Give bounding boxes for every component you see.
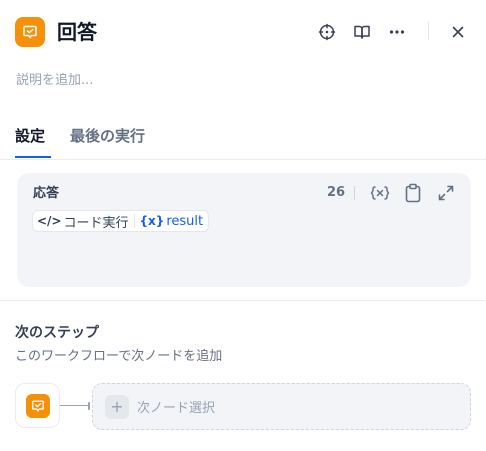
chip-divider <box>133 214 135 228</box>
active-tab-indicator <box>15 156 51 158</box>
current-node-block <box>15 383 60 428</box>
clipboard-icon[interactable] <box>402 182 424 204</box>
response-editor[interactable]: 応答 26 </> コード実行 {x} result <box>17 173 471 287</box>
header-divider <box>428 22 429 40</box>
next-step-description: このワークフローで次ノードを追加 <box>15 349 223 364</box>
panel-title: 回答 <box>57 20 97 44</box>
plus-icon: + <box>105 394 129 419</box>
response-label: 応答 <box>33 186 60 201</box>
answer-node-icon <box>15 17 45 47</box>
tab-last-run[interactable]: 最後の実行 <box>70 126 145 146</box>
select-next-node-button[interactable]: + 次ノード選択 <box>92 383 471 430</box>
tab-settings[interactable]: 設定 <box>15 126 45 146</box>
variable-name: result <box>166 213 204 229</box>
close-icon[interactable] <box>446 20 470 44</box>
crosshair-icon[interactable] <box>315 20 339 44</box>
panel-header: 回答 <box>0 0 486 64</box>
description-input[interactable]: 説明を追加... <box>16 72 93 90</box>
connector-line <box>60 405 90 406</box>
source-node-name: コード実行 <box>63 215 129 231</box>
expand-icon[interactable] <box>435 182 457 204</box>
variable-type-icon: {x} <box>139 214 165 228</box>
next-step-title: 次のステップ <box>15 325 99 341</box>
count-divider <box>354 186 355 200</box>
tab-bar: 設定 最後の実行 <box>0 118 486 160</box>
variable-reference-chip[interactable]: </> コード実行 {x} result <box>32 210 210 232</box>
character-count: 26 <box>327 185 346 200</box>
answer-node-icon-small <box>25 393 50 418</box>
code-node-icon: </> <box>37 214 62 228</box>
variable-icon[interactable] <box>369 182 391 204</box>
more-horizontal-icon[interactable] <box>385 20 409 44</box>
section-divider <box>0 300 486 301</box>
select-next-node-label: 次ノード選択 <box>137 401 216 416</box>
connector-handle <box>88 402 90 410</box>
book-open-icon[interactable] <box>350 20 374 44</box>
